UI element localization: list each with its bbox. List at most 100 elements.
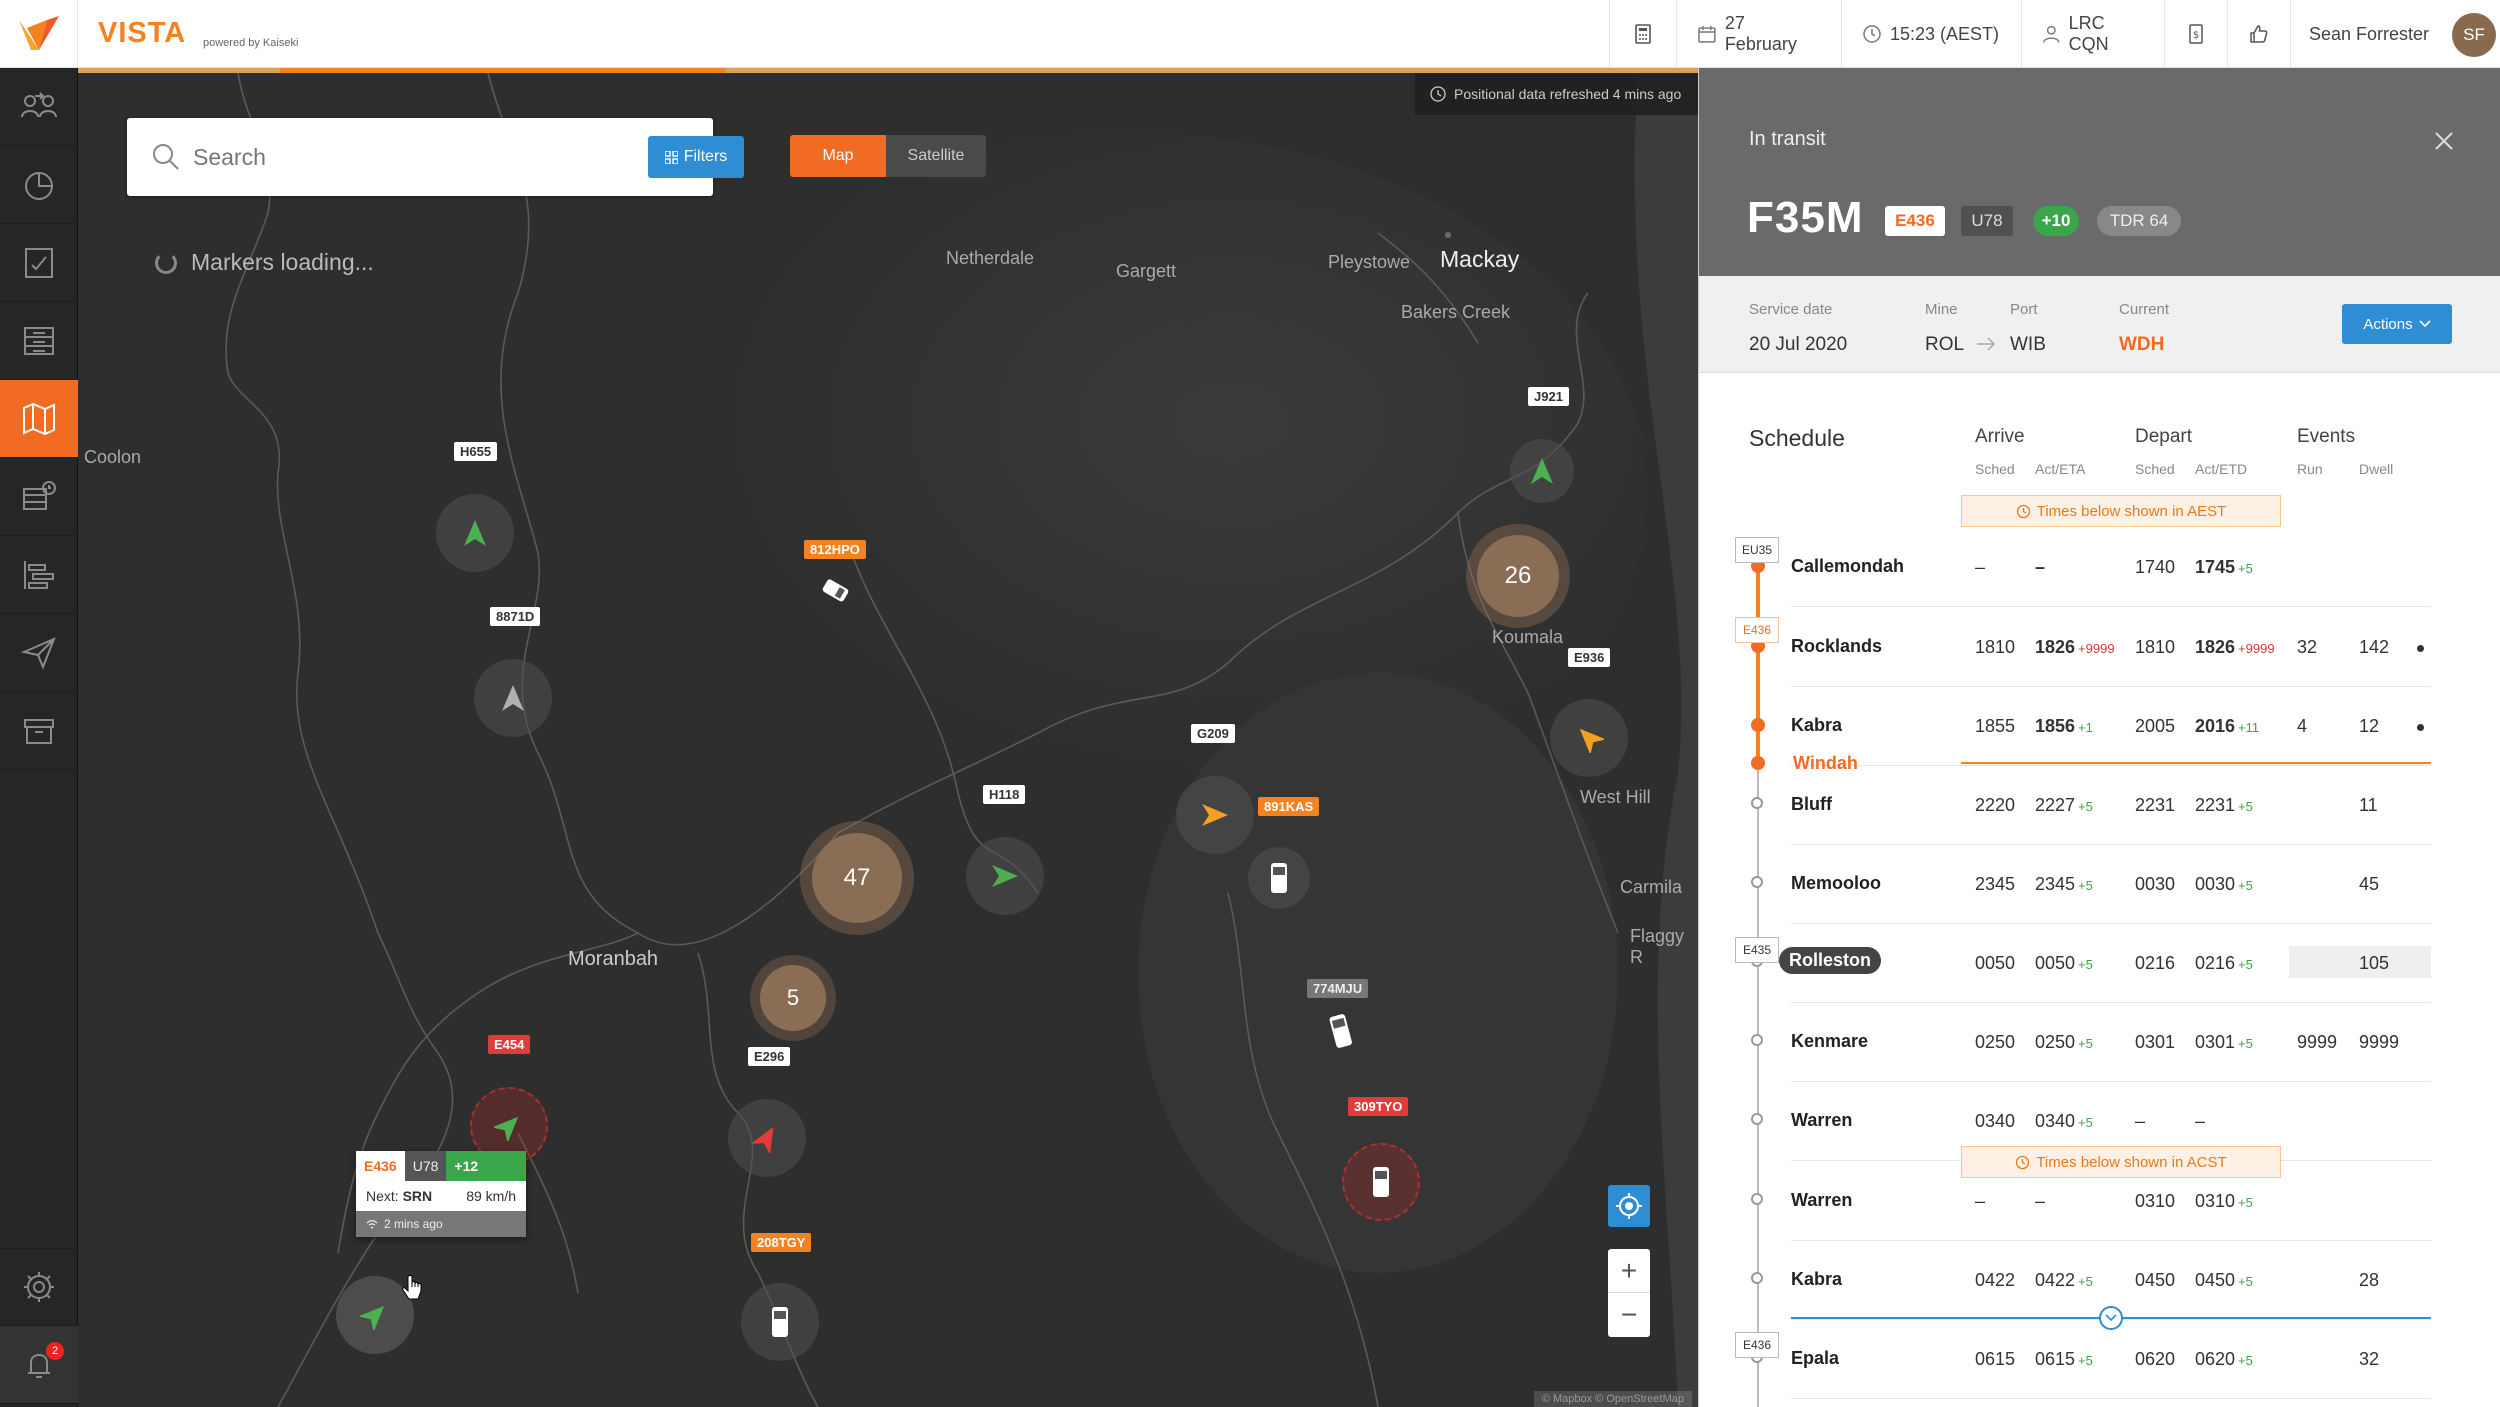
- dwell-minutes: 9999: [2359, 1032, 2400, 1052]
- actions-button[interactable]: Actions: [2342, 304, 2452, 344]
- arrive-delta: +5: [2078, 1274, 2093, 1289]
- schedule-row[interactable]: Bluff 2220 2227 +5 2231 2231 +5 11: [1699, 766, 2500, 845]
- train-arrow-icon: [1202, 804, 1228, 826]
- loading-text: Markers loading...: [191, 249, 374, 275]
- timeline-service-tag: E435: [1735, 937, 1779, 963]
- event-dot[interactable]: [2417, 645, 2424, 652]
- timeline-service-tag: EU35: [1735, 537, 1779, 563]
- schedule-row[interactable]: Memooloo 2345 2345 +5 0030 0030 +5 45: [1699, 845, 2500, 924]
- schedule-row[interactable]: Kabra 0422 0422 +5 0450 0450 +5 28: [1699, 1241, 2500, 1320]
- filters-button[interactable]: Filters: [648, 136, 744, 178]
- vehicle-marker[interactable]: [474, 659, 552, 737]
- event-dot[interactable]: [2417, 724, 2424, 731]
- map-attribution[interactable]: © Mapbox © OpenStreetMap: [1533, 1391, 1692, 1407]
- location-selector[interactable]: LRC CQN: [2021, 0, 2164, 68]
- chevron-down-icon: [2105, 1314, 2117, 1322]
- nav-map[interactable]: [0, 380, 78, 458]
- tooltip-unit: U78: [404, 1151, 447, 1181]
- vehicle-marker[interactable]: [1510, 439, 1574, 503]
- arrive-actual: 0050 +5: [2035, 953, 2093, 974]
- nav-reports[interactable]: [0, 224, 78, 302]
- truck-icon[interactable]: [814, 575, 854, 611]
- run-minutes: 4: [2297, 716, 2308, 736]
- satellite-style-button[interactable]: Satellite: [886, 135, 986, 177]
- nav-analytics[interactable]: [0, 146, 78, 224]
- sub-header: Run: [2297, 461, 2323, 477]
- close-icon[interactable]: [2429, 126, 2459, 156]
- checklist-icon: [25, 247, 53, 278]
- current-date: 27 February: [1724, 13, 1797, 54]
- chevron-down-icon: [2419, 320, 2431, 328]
- tooltip-train: E436: [356, 1151, 405, 1181]
- arrive-actual-value: 0615: [2035, 1349, 2076, 1369]
- delay-badge: +10: [2033, 206, 2079, 236]
- depart-sched: 0216: [2135, 953, 2176, 973]
- vehicle-marker[interactable]: [741, 1283, 819, 1361]
- vehicle-label: 208TGY: [751, 1233, 812, 1252]
- schedule-row[interactable]: Epala 0615 0615 +5 0620 0620 +5 32: [1699, 1320, 2500, 1399]
- map-style-button[interactable]: Map: [790, 135, 886, 177]
- time-display[interactable]: 15:23 (AEST): [1841, 0, 2021, 68]
- cluster-count: 26: [1477, 535, 1559, 617]
- vehicle-marker[interactable]: [1176, 776, 1254, 854]
- arrive-header: Arrive: [1975, 426, 2025, 447]
- nav-gantt[interactable]: [0, 536, 78, 614]
- calculator-button[interactable]: [1609, 0, 1676, 68]
- schedule-row[interactable]: Callemondah – – 1740 1745 +5: [1699, 528, 2500, 607]
- feedback-button[interactable]: [2227, 0, 2290, 68]
- date-selector[interactable]: 27 February: [1676, 0, 1841, 68]
- clock-icon: [1863, 25, 1881, 43]
- avatar[interactable]: SF: [2452, 13, 2496, 57]
- truck-icon[interactable]: [1326, 1011, 1356, 1053]
- vehicle-marker-alert[interactable]: [1342, 1143, 1420, 1221]
- map-view[interactable]: Mackay Netherdale Gargett Pleystowe Bake…: [78, 73, 1698, 1407]
- arrive-delta: +5: [2078, 957, 2093, 972]
- nav-archive[interactable]: [0, 692, 78, 770]
- location-code: LRC CQN: [2068, 13, 2109, 54]
- expand-button[interactable]: [2099, 1306, 2123, 1330]
- vehicle-marker[interactable]: [966, 837, 1044, 915]
- map-cluster[interactable]: 47: [800, 821, 914, 935]
- cluster-count: 5: [760, 965, 826, 1031]
- vehicle-marker[interactable]: [1550, 699, 1628, 777]
- timezone-note-text: Times below shown in ACST: [2036, 1153, 2227, 1171]
- logo[interactable]: [0, 0, 78, 68]
- nav-settings[interactable]: [0, 1248, 78, 1326]
- schedule-row[interactable]: Rolleston 0050 0050 +5 0216 0216 +5 105: [1699, 924, 2500, 1003]
- nav-schedule[interactable]: [0, 458, 78, 536]
- gantt-icon: [24, 560, 54, 589]
- schedule-row[interactable]: Rocklands 1810 1826 +9999 1810 1826 +9999 32 142: [1699, 608, 2500, 687]
- zoom-in-button[interactable]: +: [1608, 1249, 1650, 1293]
- arrive-actual-value: 0050: [2035, 953, 2076, 973]
- arrive-sched: 1810: [1975, 637, 2016, 657]
- search-input[interactable]: [193, 132, 553, 182]
- depart-actual: 1826 +9999: [2195, 637, 2275, 658]
- panel-header: In transit F35M E436 U78 +10 TDR 64: [1699, 68, 2500, 276]
- nav-board[interactable]: [0, 302, 78, 380]
- map-cluster[interactable]: 5: [750, 955, 836, 1041]
- actions-label: Actions: [2363, 315, 2413, 333]
- currency-button[interactable]: $: [2164, 0, 2227, 68]
- nav-dispatch[interactable]: [0, 614, 78, 692]
- vehicle-marker[interactable]: [1248, 847, 1310, 909]
- map-cluster[interactable]: 26: [1466, 524, 1570, 628]
- arrive-delta: +5: [2078, 1353, 2093, 1368]
- timeline-node: [1751, 1193, 1763, 1205]
- locate-button[interactable]: [1608, 1185, 1650, 1227]
- nav-people[interactable]: [0, 68, 78, 146]
- depart-actual: 0216 +5: [2195, 953, 2253, 974]
- port-label: Port: [2010, 301, 2038, 318]
- station-name: Warren: [1791, 1110, 1853, 1130]
- mine-label: Mine: [1925, 301, 1958, 318]
- schedule-list-icon: [23, 480, 56, 510]
- current-value: WDH: [2119, 334, 2165, 355]
- vehicle-marker[interactable]: [436, 494, 514, 572]
- vehicle-label: H655: [454, 442, 498, 461]
- vehicle-marker[interactable]: [728, 1099, 806, 1177]
- vehicle-label: 812HPO: [804, 540, 866, 559]
- zoom-out-button[interactable]: −: [1608, 1293, 1650, 1337]
- schedule-row[interactable]: Kenmare 0250 0250 +5 0301 0301 +5 9999 9999: [1699, 1003, 2500, 1082]
- dollar-document-icon: $: [2189, 24, 2203, 44]
- timeline-node: [1751, 876, 1763, 888]
- nav-notifications[interactable]: 2: [0, 1326, 78, 1404]
